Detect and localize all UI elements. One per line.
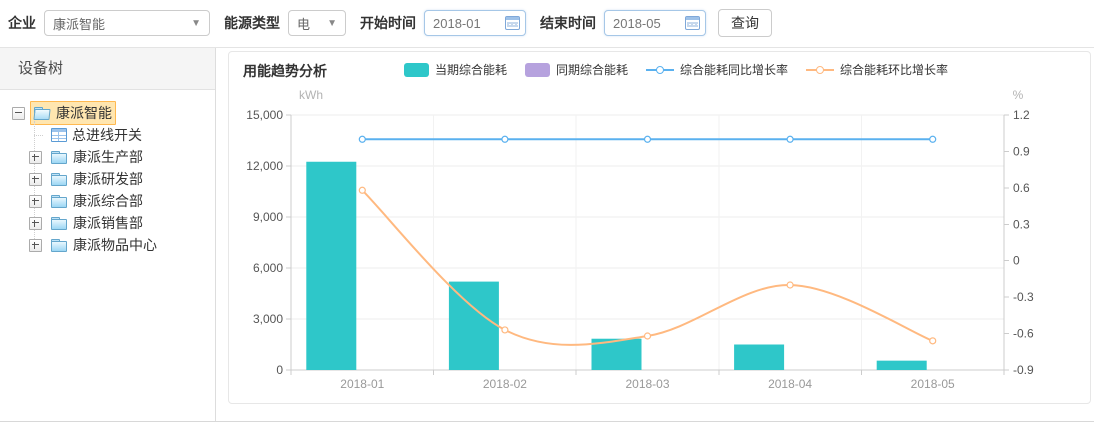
enterprise-select-value: 康派智能: [53, 14, 105, 33]
legend-label: 当期综合能耗: [435, 61, 507, 78]
tree-row: 康派综合部: [0, 190, 215, 212]
chart-canvas: 0 3,000 6,000 9,000 12,000 15,000 -0.9 -0.6 -0.3…: [229, 52, 1090, 403]
folder-icon: [51, 173, 68, 186]
folder-icon: [51, 195, 68, 208]
tree-row: 康派智能: [0, 102, 215, 124]
chart-panel: 用能趋势分析 当期综合能耗 同期综合能耗 综合能耗同比增长率 综合能耗环比增长率 0 3…: [228, 51, 1091, 404]
svg-text:-0.3: -0.3: [1013, 290, 1034, 304]
svg-text:-0.6: -0.6: [1013, 327, 1034, 341]
chevron-down-icon: ▼: [327, 18, 337, 29]
tree-node-label: 康派生产部: [73, 147, 143, 167]
tree-row: 康派生产部: [0, 146, 215, 168]
legend-item-2[interactable]: 同期综合能耗: [525, 61, 628, 78]
enterprise-select[interactable]: 康派智能 ▼: [44, 10, 210, 36]
expand-plus-icon[interactable]: [29, 173, 42, 186]
end-time-label: 结束时间: [540, 13, 596, 33]
chart-legend: 当期综合能耗 同期综合能耗 综合能耗同比增长率 综合能耗环比增长率: [404, 61, 948, 78]
svg-text:1.2: 1.2: [1013, 108, 1030, 122]
tree-row: 康派物品中心: [0, 234, 215, 256]
svg-text:3,000: 3,000: [253, 312, 283, 326]
legend-bar-swatch: [404, 63, 429, 77]
svg-text:2018-02: 2018-02: [483, 377, 527, 391]
svg-text:0.6: 0.6: [1013, 181, 1030, 195]
legend-label: 综合能耗环比增长率: [840, 61, 948, 78]
svg-text:15,000: 15,000: [246, 108, 283, 122]
folder-icon: [51, 239, 68, 252]
sidebar-title: 设备树: [0, 48, 215, 90]
svg-text:2018-04: 2018-04: [768, 377, 812, 391]
app-root: 企业 康派智能 ▼ 能源类型 电 ▼ 开始时间 2018-01 结束时间 201…: [0, 0, 1094, 426]
tree-node[interactable]: 康派智能: [30, 101, 116, 125]
svg-text:2018-05: 2018-05: [911, 377, 955, 391]
start-date-value: 2018-01: [433, 16, 481, 31]
content-area: 设备树 康派智能总进线开关康派生产部康派研发部康派综合部康派销售部康派物品中心 …: [0, 47, 1094, 422]
svg-text:0: 0: [276, 363, 283, 377]
legend-item-1[interactable]: 当期综合能耗: [404, 61, 507, 78]
tree-node[interactable]: 康派综合部: [47, 189, 147, 213]
tree-row: 康派研发部: [0, 168, 215, 190]
svg-text:12,000: 12,000: [246, 159, 283, 173]
collapse-minus-icon[interactable]: [12, 107, 25, 120]
legend-label: 综合能耗同比增长率: [680, 61, 788, 78]
legend-line-marker: [646, 69, 674, 71]
tree-node[interactable]: 康派物品中心: [47, 233, 161, 257]
tree-node-label: 康派物品中心: [73, 235, 157, 255]
legend-line-marker: [806, 69, 834, 71]
expand-plus-icon[interactable]: [29, 239, 42, 252]
legend-label: 同期综合能耗: [556, 61, 628, 78]
svg-text:-0.9: -0.9: [1013, 363, 1034, 377]
tree-node-label: 康派智能: [56, 103, 112, 123]
main-area: 用能趋势分析 当期综合能耗 同期综合能耗 综合能耗同比增长率 综合能耗环比增长率 0 3…: [216, 48, 1094, 421]
svg-text:6,000: 6,000: [253, 261, 283, 275]
folder-icon: [51, 217, 68, 230]
calendar-icon[interactable]: [505, 16, 520, 30]
tree-node[interactable]: 康派研发部: [47, 167, 147, 191]
tree-node-label: 康派综合部: [73, 191, 143, 211]
tree-node-label: 康派销售部: [73, 213, 143, 233]
svg-text:0.3: 0.3: [1013, 217, 1030, 231]
folder-open-icon: [34, 107, 51, 120]
device-tree-sidebar: 设备树 康派智能总进线开关康派生产部康派研发部康派综合部康派销售部康派物品中心: [0, 48, 216, 421]
svg-text:%: %: [1013, 88, 1024, 102]
energy-type-label: 能源类型: [224, 13, 280, 33]
legend-item-4[interactable]: 综合能耗环比增长率: [806, 61, 948, 78]
svg-text:kWh: kWh: [299, 88, 323, 102]
start-time-label: 开始时间: [360, 13, 416, 33]
tree-node[interactable]: 总进线开关: [47, 123, 146, 147]
energy-type-select[interactable]: 电 ▼: [288, 10, 346, 36]
expand-plus-icon[interactable]: [29, 217, 42, 230]
chevron-down-icon: ▼: [191, 18, 201, 29]
svg-text:2018-01: 2018-01: [340, 377, 384, 391]
energy-type-select-value: 电: [297, 14, 310, 33]
enterprise-label: 企业: [8, 13, 36, 33]
tree-node-label: 康派研发部: [73, 169, 143, 189]
legend-item-3[interactable]: 综合能耗同比增长率: [646, 61, 788, 78]
calendar-icon[interactable]: [685, 16, 700, 30]
svg-text:2018-03: 2018-03: [625, 377, 669, 391]
query-button[interactable]: 查询: [718, 9, 772, 37]
end-date-input[interactable]: 2018-05: [604, 10, 706, 36]
toolbar: 企业 康派智能 ▼ 能源类型 电 ▼ 开始时间 2018-01 结束时间 201…: [0, 0, 1094, 46]
tree-node[interactable]: 康派销售部: [47, 211, 147, 235]
folder-icon: [51, 151, 68, 164]
start-date-input[interactable]: 2018-01: [424, 10, 526, 36]
chart-title: 用能趋势分析: [243, 61, 327, 81]
legend-bar-swatch: [525, 63, 550, 77]
expand-plus-icon[interactable]: [29, 151, 42, 164]
end-date-value: 2018-05: [613, 16, 661, 31]
tree-row: 康派销售部: [0, 212, 215, 234]
expand-plus-icon[interactable]: [29, 195, 42, 208]
tree-node-label: 总进线开关: [72, 125, 142, 145]
svg-text:0: 0: [1013, 254, 1020, 268]
device-tree: 康派智能总进线开关康派生产部康派研发部康派综合部康派销售部康派物品中心: [0, 90, 215, 256]
tree-node[interactable]: 康派生产部: [47, 145, 147, 169]
svg-text:0.9: 0.9: [1013, 144, 1030, 158]
tree-row: 总进线开关: [0, 124, 215, 146]
grid-icon: [51, 128, 67, 142]
svg-text:9,000: 9,000: [253, 210, 283, 224]
